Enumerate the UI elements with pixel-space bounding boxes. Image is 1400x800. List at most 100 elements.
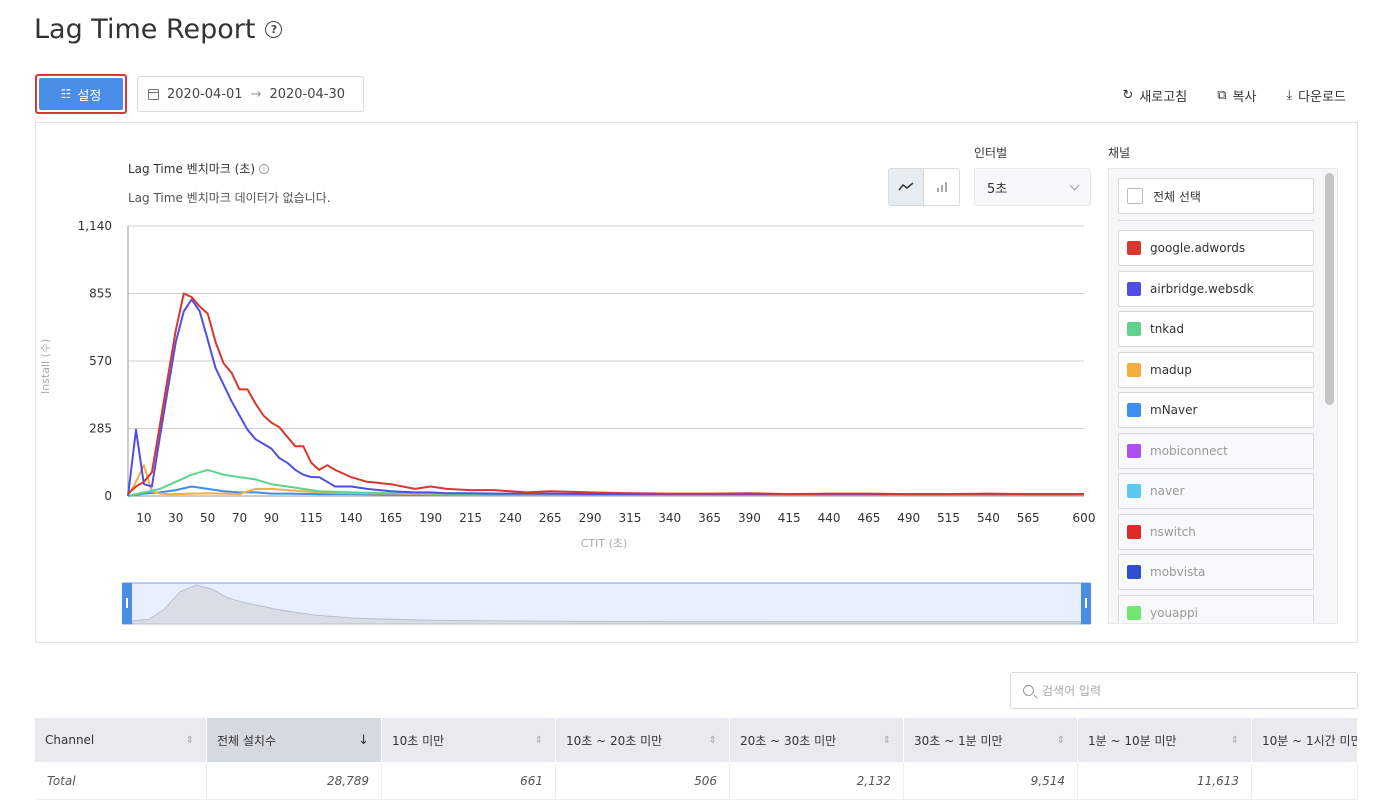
x-tick-label: 140 <box>340 511 363 525</box>
x-tick-label: 390 <box>738 511 761 525</box>
x-tick-label: 165 <box>379 511 402 525</box>
sort-icon[interactable]: ⇕ <box>1057 735 1065 746</box>
x-tick-label: 340 <box>658 511 681 525</box>
channel-item[interactable]: mobiconnect <box>1118 432 1314 469</box>
channel-item[interactable]: airbridge.websdk <box>1118 270 1314 307</box>
column-header-label: 1분 ~ 10분 미만 <box>1088 733 1177 748</box>
x-axis-title: CTIT (초) <box>581 537 628 550</box>
channel-color-swatch <box>1127 362 1141 377</box>
x-tick-label: 290 <box>579 511 602 525</box>
channel-color-swatch <box>1127 524 1141 539</box>
x-tick-label: 30 <box>168 511 183 525</box>
channel-color-swatch <box>1127 565 1141 579</box>
x-tick-label: 440 <box>818 511 841 525</box>
x-tick-label: 190 <box>419 511 442 525</box>
column-header-label: 10분 ~ 1시간 미만 <box>1262 733 1358 748</box>
channel-color-swatch <box>1127 322 1141 336</box>
download-button[interactable]: ⤓ 다운로드 <box>1286 86 1346 105</box>
channel-item-label: google.adwords <box>1150 241 1246 255</box>
channel-item[interactable]: nswitch <box>1118 513 1314 550</box>
channel-item[interactable]: mNaver <box>1118 392 1314 428</box>
channel-item-label: madup <box>1150 362 1192 377</box>
x-tick-label: 10 <box>136 511 151 525</box>
divider <box>1118 220 1314 221</box>
sort-icon[interactable]: ⇕ <box>535 735 543 746</box>
x-tick-label: 70 <box>232 511 247 525</box>
column-header[interactable]: Channel ⇕ <box>35 718 207 762</box>
copy-label: 복사 <box>1232 90 1257 105</box>
x-tick-label: 565 <box>1017 511 1040 525</box>
table-cell: 11,613 <box>1078 762 1252 800</box>
channel-item-label: mobiconnect <box>1150 443 1228 458</box>
column-header[interactable]: 10초 ~ 20초 미만 ⇕ <box>556 718 730 762</box>
column-header[interactable]: 30초 ~ 1분 미만 ⇕ <box>904 718 1078 762</box>
sort-icon[interactable]: ⇕ <box>709 735 717 746</box>
x-tick-label: 490 <box>897 511 920 525</box>
channel-item[interactable]: mobvista <box>1118 554 1314 590</box>
column-header-label: 20초 ~ 30초 미만 <box>740 733 837 748</box>
column-header[interactable]: 10분 ~ 1시간 미만 <box>1252 718 1358 762</box>
channel-item[interactable]: tnkad <box>1118 311 1314 347</box>
column-header[interactable]: 20초 ~ 30초 미만 ⇕ <box>730 718 904 762</box>
table-cell: 28,789 <box>207 762 382 800</box>
column-header[interactable]: 1분 ~ 10분 미만 ⇕ <box>1078 718 1252 762</box>
x-tick-label: 465 <box>857 511 880 525</box>
channel-item[interactable]: madup <box>1118 351 1314 388</box>
sort-icon[interactable]: ⇕ <box>186 735 194 746</box>
column-header-label: 10초 ~ 20초 미만 <box>566 733 663 748</box>
x-tick-label: 540 <box>977 511 1000 525</box>
refresh-label: 새로고침 <box>1139 90 1188 105</box>
sort-icon[interactable]: ⇕ <box>883 735 891 746</box>
channel-item[interactable]: youappi <box>1118 594 1314 623</box>
channel-item-label: mobvista <box>1150 565 1206 579</box>
lag-time-chart: 0 285 570 855 1,140 10 30 50 70 90 115 140 165 190 215… <box>78 219 1095 625</box>
channel-color-swatch <box>1127 605 1141 620</box>
series-line-madup <box>127 464 1084 497</box>
column-header[interactable]: 전체 설치수 ↓ <box>207 718 382 762</box>
column-header-label: 30초 ~ 1분 미만 <box>914 733 1003 748</box>
download-icon: ⤓ <box>1286 88 1293 103</box>
select-all-checkbox[interactable]: 전체 선택 <box>1118 178 1314 214</box>
table-cell <box>1252 762 1358 800</box>
x-tick-label: 415 <box>778 511 801 525</box>
table-body: Total 28,789 661 506 2,132 9,514 11,613 <box>35 762 1358 800</box>
refresh-button[interactable]: ↻ 새로고침 <box>1122 86 1187 105</box>
refresh-icon: ↻ <box>1122 88 1134 103</box>
select-all-label: 전체 선택 <box>1153 189 1201 204</box>
column-header[interactable]: 10초 미만 ⇕ <box>382 718 556 762</box>
y-tick-label: 0 <box>104 489 112 503</box>
channel-color-swatch <box>1127 484 1141 498</box>
table-row: Total 28,789 661 506 2,132 9,514 11,613 <box>35 762 1358 800</box>
search-icon <box>1023 685 1034 696</box>
channel-color-swatch <box>1127 241 1141 255</box>
brush-grip-left <box>126 598 128 608</box>
channel-item-label: tnkad <box>1150 322 1185 336</box>
x-tick-label: 315 <box>618 511 641 525</box>
download-label: 다운로드 <box>1298 90 1346 105</box>
x-tick-label: 265 <box>539 511 562 525</box>
x-tick-label: 515 <box>937 511 960 525</box>
brush-grip-right <box>1085 598 1087 608</box>
channel-item-label: naver <box>1150 484 1185 498</box>
copy-button[interactable]: ⧉ 복사 <box>1217 86 1256 105</box>
y-tick-label: 570 <box>89 354 112 368</box>
column-header-label: 전체 설치수 <box>217 733 277 748</box>
x-tick-label: 90 <box>264 511 279 525</box>
scrollbar[interactable] <box>1325 173 1334 405</box>
table-cell: Total <box>35 762 207 800</box>
data-table: Channel ⇕ 전체 설치수 ↓ 10초 미만 ⇕ 10초 ~ 20초 미만 ⇕ 20초 ~… <box>35 718 1358 800</box>
x-tick-label: 365 <box>698 511 721 525</box>
sort-icon[interactable]: ⇕ <box>1231 735 1239 746</box>
series-line-google.adwords <box>127 292 1084 496</box>
y-tick-label: 1,140 <box>78 219 112 233</box>
table-cell: 661 <box>382 762 556 800</box>
copy-icon: ⧉ <box>1217 88 1227 103</box>
x-tick-label: 50 <box>200 511 215 525</box>
channel-item[interactable]: google.adwords <box>1118 230 1314 266</box>
channel-color-swatch <box>1127 403 1141 417</box>
search-input[interactable] <box>1042 683 1342 698</box>
sort-desc-icon[interactable]: ↓ <box>358 733 369 748</box>
y-axis-title: Install (수) <box>39 338 52 394</box>
channel-item[interactable]: naver <box>1118 473 1314 509</box>
y-tick-label: 285 <box>89 422 112 436</box>
